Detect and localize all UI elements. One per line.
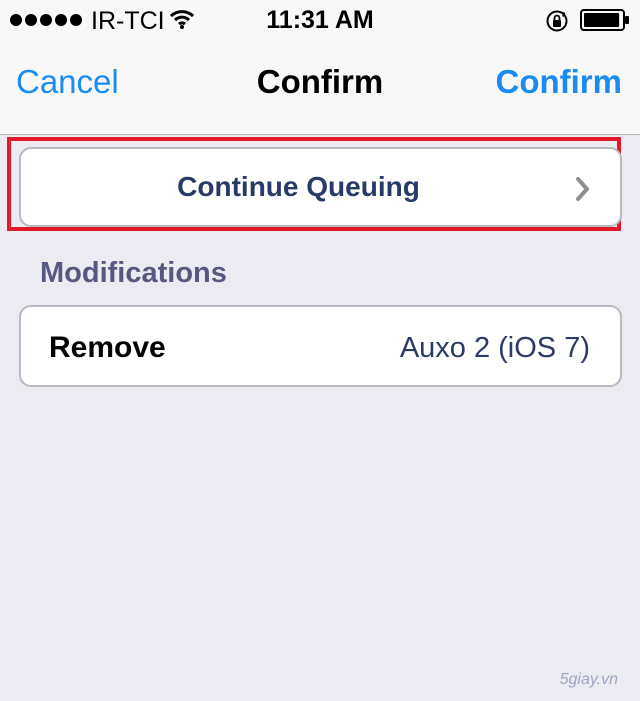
modifications-header: Modifications: [40, 257, 227, 289]
rotation-lock-icon: [545, 9, 569, 38]
modification-package: Auxo 2 (iOS 7): [399, 332, 590, 364]
continue-queuing-button[interactable]: Continue Queuing: [19, 147, 622, 227]
status-bar: IR-TCI 11:31 AM: [0, 0, 640, 40]
continue-queuing-label: Continue Queuing: [177, 171, 420, 202]
modification-action: Remove: [49, 331, 166, 364]
top-bar: IR-TCI 11:31 AM Cancel Confirm Confirm: [0, 0, 640, 135]
status-time: 11:31 AM: [266, 6, 374, 34]
chevron-right-icon: [575, 176, 591, 207]
battery-icon: [580, 9, 630, 36]
modification-row[interactable]: Remove Auxo 2 (iOS 7): [19, 305, 622, 387]
confirm-button[interactable]: Confirm: [496, 63, 623, 101]
watermark-logo: 5giay.vn: [559, 671, 618, 688]
